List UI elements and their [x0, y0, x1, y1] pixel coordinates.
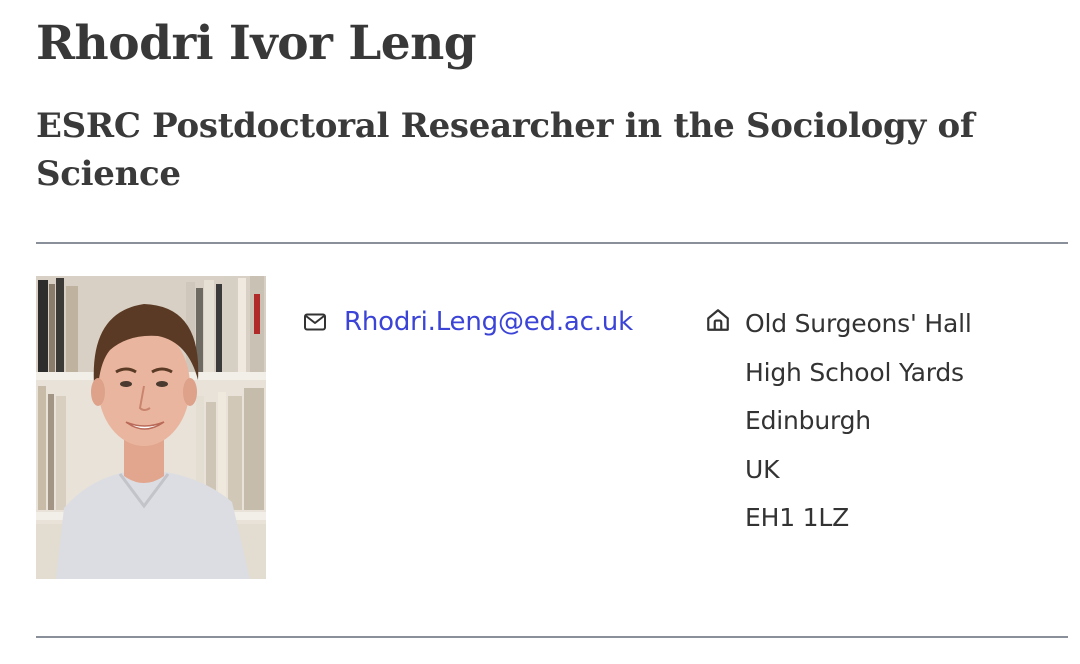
address-line: EH1 1LZ: [745, 503, 850, 532]
address-line: Edinburgh: [745, 406, 871, 435]
postal-address: Old Surgeons' Hall High School Yards Edi…: [745, 300, 972, 543]
profile-role: ESRC Postdoctoral Researcher in the Soci…: [36, 106, 975, 194]
envelope-icon: [304, 313, 326, 331]
address-line: Old Surgeons' Hall: [745, 309, 972, 338]
address-line: High School Yards: [745, 357, 964, 387]
divider-top: [36, 242, 1068, 244]
home-icon: [707, 309, 729, 331]
divider-bottom: [36, 636, 1068, 638]
profile-photo: [36, 276, 266, 579]
email-link[interactable]: Rhodri.Leng@ed.ac.uk: [344, 305, 633, 339]
profile-name: Rhodri Ivor Leng: [36, 16, 477, 71]
address-line: UK: [745, 454, 780, 484]
